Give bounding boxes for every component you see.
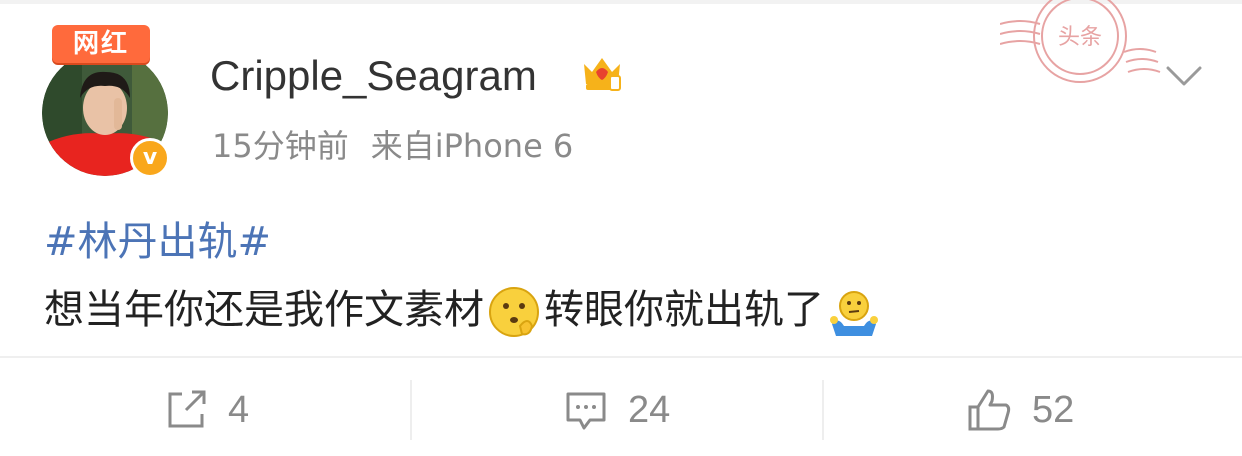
username[interactable]: Cripple_Seagram: [210, 48, 537, 104]
shrug-emoji-icon: [830, 291, 878, 336]
repost-count: 4: [228, 388, 250, 431]
stamp-text: 头条: [1058, 25, 1102, 50]
weibo-post-card: 网红 v Cripple_Seagram 15分钟前 来自iPhone 6 头条 …: [0, 0, 1242, 456]
content-text-1: 想当年你还是我作文素材: [44, 287, 484, 333]
repost-icon: [168, 390, 206, 428]
action-separator: [410, 380, 412, 440]
actions-divider: [0, 356, 1242, 358]
like-count: 52: [1032, 388, 1075, 431]
post-meta: 15分钟前 来自iPhone 6: [212, 124, 573, 168]
post-time: 15分钟前: [212, 127, 349, 165]
thinking-emoji-icon: [489, 287, 539, 337]
post-source: 来自iPhone 6: [370, 127, 574, 165]
action-separator: [822, 380, 824, 440]
headline-stamp: 头条: [1000, 0, 1161, 83]
post-content: 想当年你还是我作文素材 转眼你就出轨了: [44, 282, 884, 338]
verified-v-icon: v: [130, 138, 170, 178]
thumbs-up-icon: [968, 389, 1011, 431]
like-button[interactable]: 52: [966, 382, 1074, 438]
hot-badge: 网红: [52, 25, 150, 63]
crown-vip-icon[interactable]: [580, 50, 624, 94]
comment-button[interactable]: 24: [564, 382, 670, 438]
hashtag-link[interactable]: #林丹出轨#: [44, 214, 271, 270]
comment-icon: [566, 392, 606, 430]
content-text-2: 转眼你就出轨了: [544, 287, 824, 333]
chevron-down-icon[interactable]: [1166, 64, 1202, 90]
comment-count: 24: [628, 388, 671, 431]
repost-button[interactable]: 4: [164, 382, 249, 438]
